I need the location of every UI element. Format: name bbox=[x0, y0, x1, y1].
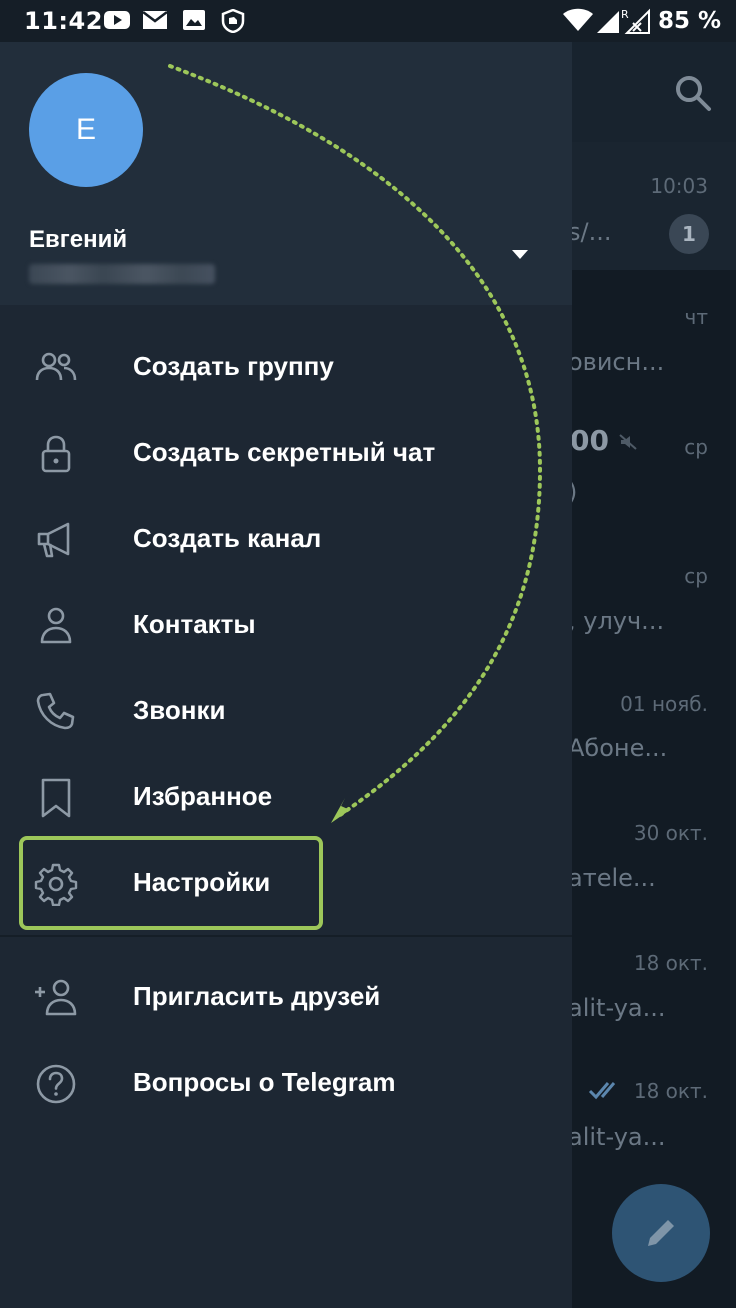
gallery-icon bbox=[183, 10, 205, 30]
muted-icon bbox=[619, 434, 637, 450]
settings-highlight bbox=[19, 836, 323, 930]
search-icon[interactable] bbox=[668, 68, 718, 118]
unread-badge: 1 bbox=[669, 214, 709, 254]
chat-time: 18 окт. bbox=[633, 951, 708, 975]
menu-item-telegram-faq[interactable]: Вопросы о Telegram bbox=[0, 1039, 572, 1125]
status-time: 11:42 bbox=[24, 7, 103, 35]
chevron-down-icon[interactable] bbox=[504, 240, 536, 268]
mail-icon bbox=[142, 11, 168, 29]
shield-icon bbox=[221, 9, 245, 33]
menu-label: Избранное bbox=[133, 781, 273, 811]
menu-label: Контакты bbox=[133, 609, 256, 639]
bookmark-icon bbox=[41, 778, 71, 818]
menu-item-new-secret-chat[interactable]: Создать секретный чат bbox=[0, 409, 572, 495]
chat-time: 18 окт. bbox=[633, 1079, 708, 1103]
help-icon bbox=[36, 1064, 76, 1104]
chat-time: ср bbox=[684, 564, 708, 588]
menu-item-contacts[interactable]: Контакты bbox=[0, 581, 572, 667]
phone-icon bbox=[36, 692, 75, 730]
chat-time: 01 нояб. bbox=[620, 692, 708, 716]
chat-snippet: s/... bbox=[568, 218, 612, 246]
add-person-icon bbox=[35, 979, 77, 1016]
chat-title: 00 bbox=[570, 424, 609, 457]
user-phone-blurred bbox=[29, 264, 215, 284]
chat-snippet: Абоне... bbox=[568, 734, 668, 762]
svg-text:R: R bbox=[621, 8, 629, 21]
youtube-icon bbox=[104, 11, 130, 29]
megaphone-icon bbox=[37, 522, 70, 558]
group-icon bbox=[35, 352, 77, 381]
chat-time: чт bbox=[684, 305, 708, 329]
menu-label: Создать канал bbox=[133, 523, 322, 553]
chat-time: ср bbox=[684, 435, 708, 459]
telegram-screen: 10:03 s/... 1 чт овисн... 00 ср ) ср , у… bbox=[0, 0, 736, 1308]
menu-divider bbox=[0, 935, 572, 937]
menu-item-invite-friends[interactable]: Пригласить друзей bbox=[0, 953, 572, 1039]
chat-time: 10:03 bbox=[650, 174, 708, 198]
signal-icon: R bbox=[597, 8, 650, 34]
double-check-icon bbox=[588, 1082, 616, 1100]
chat-snippet: alit-ya... bbox=[568, 1123, 666, 1151]
menu-item-new-group[interactable]: Создать группу bbox=[0, 323, 572, 409]
menu-item-new-channel[interactable]: Создать канал bbox=[0, 495, 572, 581]
menu-label: Звонки bbox=[133, 695, 226, 725]
menu-item-calls[interactable]: Звонки bbox=[0, 667, 572, 753]
pencil-icon bbox=[648, 1220, 674, 1246]
avatar[interactable]: Е bbox=[29, 73, 143, 187]
person-icon bbox=[40, 607, 72, 644]
menu-label: Создать секретный чат bbox=[133, 437, 436, 467]
chat-time: 30 окт. bbox=[633, 821, 708, 845]
drawer-header: Е Евгений bbox=[0, 42, 572, 305]
wifi-icon bbox=[563, 8, 593, 31]
lock-icon bbox=[41, 435, 71, 473]
chat-snippet: атele... bbox=[568, 864, 656, 892]
chat-snippet: , улуч... bbox=[568, 607, 665, 635]
menu-item-saved[interactable]: Избранное bbox=[0, 753, 572, 839]
compose-button[interactable] bbox=[612, 1184, 710, 1282]
menu-label: Пригласить друзей bbox=[133, 981, 381, 1011]
menu-label: Вопросы о Telegram bbox=[133, 1067, 396, 1097]
chat-snippet: alit-ya... bbox=[568, 994, 666, 1022]
battery-percent: 85 % bbox=[658, 8, 722, 34]
user-name: Евгений bbox=[29, 226, 128, 253]
menu-label: Создать группу bbox=[133, 351, 334, 381]
chat-snippet: овисн... bbox=[568, 348, 665, 376]
navigation-drawer: Е Евгений Создать группу Создать секретн… bbox=[0, 42, 572, 1308]
status-bar: 11:42 R 85 % bbox=[0, 0, 736, 42]
